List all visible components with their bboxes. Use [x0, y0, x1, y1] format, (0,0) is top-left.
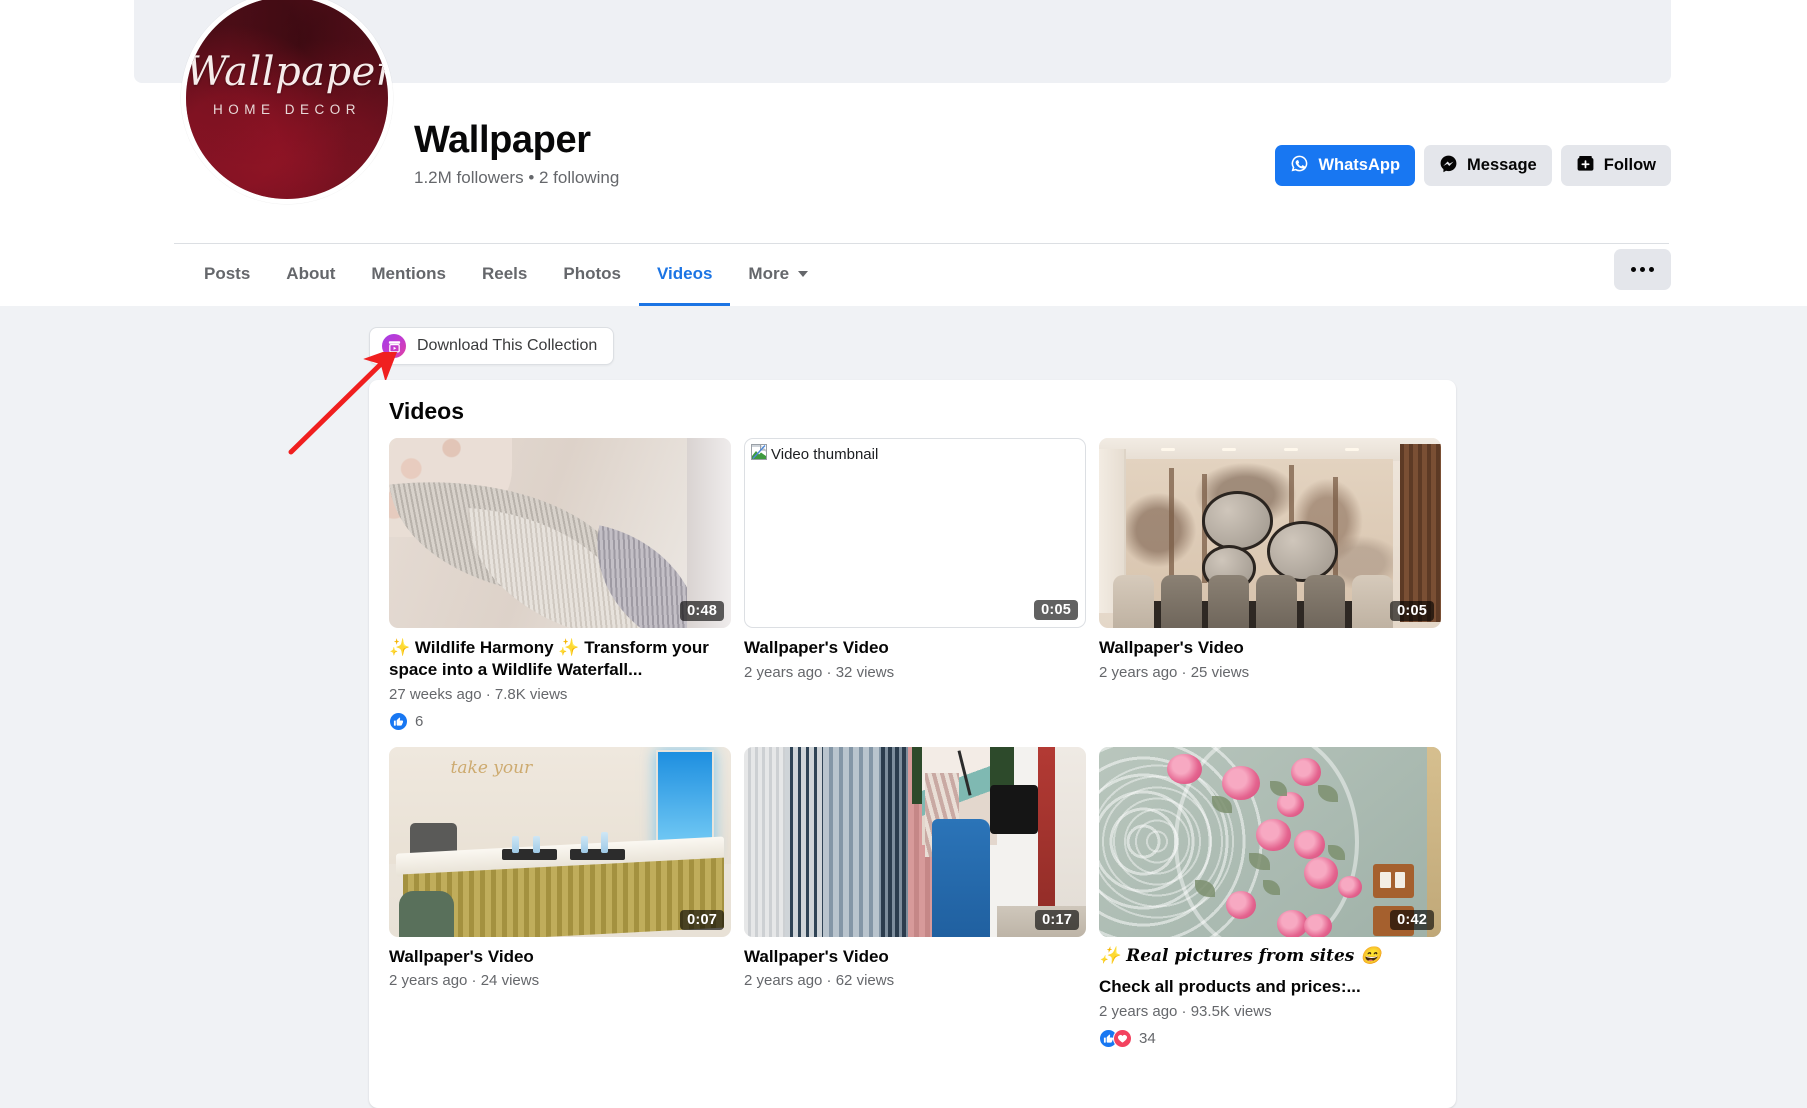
thumbnail-image: take your: [389, 746, 731, 937]
tab-videos[interactable]: Videos: [638, 244, 731, 306]
follow-label: Follow: [1603, 156, 1656, 174]
reaction-count: 34: [1139, 1030, 1156, 1047]
follow-plus-icon: [1576, 154, 1595, 178]
video-thumbnail[interactable]: 0:48: [389, 438, 731, 628]
avatar-logo-script: Wallpaper: [186, 49, 393, 95]
video-reactions[interactable]: 34: [1099, 1029, 1441, 1048]
video-thumbnail[interactable]: Video thumbnail 0:05: [744, 438, 1086, 628]
video-reactions[interactable]: 6: [389, 711, 731, 731]
page-title: Wallpaper: [414, 119, 591, 161]
video-title[interactable]: Wallpaper's Video: [389, 946, 731, 968]
video-title[interactable]: Wallpaper's Video: [1099, 637, 1441, 659]
video-title[interactable]: ✨ Real pictures from sites 😄: [1099, 946, 1441, 968]
thumbnail-image: [744, 746, 1086, 937]
tab-reels[interactable]: Reels: [464, 244, 545, 306]
video-thumbnail[interactable]: 0:05: [1099, 438, 1441, 628]
love-reaction-icon: [1113, 1029, 1132, 1048]
tab-posts-label: Posts: [204, 263, 251, 283]
video-item[interactable]: take your 0:07 Wallpaper's Video 2 years…: [389, 746, 731, 1049]
tab-mentions[interactable]: Mentions: [353, 244, 464, 306]
chevron-down-icon: [798, 270, 809, 277]
video-item[interactable]: Video thumbnail 0:05 Wallpaper's Video 2…: [744, 438, 1086, 731]
profile-header: Wallpaper HOME DECOR Wallpaper 1.2M foll…: [0, 0, 1807, 306]
tab-mentions-label: Mentions: [371, 263, 446, 283]
message-button[interactable]: Message: [1424, 145, 1552, 186]
profile-action-buttons: WhatsApp Message Follow: [1275, 145, 1671, 186]
tab-more[interactable]: More: [730, 244, 826, 306]
profile-avatar[interactable]: Wallpaper HOME DECOR: [181, 0, 393, 204]
thumbnail-image: [1099, 746, 1441, 937]
broken-image-placeholder: Video thumbnail: [751, 444, 878, 464]
video-duration: 0:07: [680, 909, 724, 930]
video-duration: 0:17: [1035, 909, 1079, 930]
video-thumbnail[interactable]: 0:42: [1099, 746, 1441, 937]
video-duration: 0:05: [1034, 600, 1078, 620]
video-title-secondary[interactable]: Check all products and prices:...: [1099, 976, 1441, 998]
ellipsis-dot: [1631, 267, 1636, 272]
videos-heading: Videos: [389, 398, 464, 424]
video-meta: 2 years ago · 32 views: [744, 663, 895, 681]
tab-posts[interactable]: Posts: [186, 244, 268, 306]
whatsapp-button[interactable]: WhatsApp: [1275, 145, 1416, 186]
video-title[interactable]: ✨ Wildlife Harmony ✨ Transform your spac…: [389, 637, 731, 681]
tab-about-label: About: [286, 263, 336, 283]
whatsapp-icon: [1290, 154, 1309, 178]
video-duration: 0:05: [1390, 601, 1434, 621]
avatar-logo-subtitle: HOME DECOR: [212, 102, 361, 117]
video-thumbnail[interactable]: 0:17: [744, 746, 1086, 937]
video-meta: 27 weeks ago · 7.8K views: [389, 685, 568, 703]
ellipsis-dot: [1640, 267, 1645, 272]
message-label: Message: [1467, 156, 1537, 174]
follow-button[interactable]: Follow: [1560, 145, 1671, 186]
videos-card: Videos 0:48 ✨ Wildlife Harmony ✨ Transfo…: [369, 380, 1456, 1108]
broken-image-alt-text: Video thumbnail: [771, 445, 879, 463]
videos-grid: 0:48 ✨ Wildlife Harmony ✨ Transform your…: [389, 438, 1441, 1048]
download-collection-label: Download This Collection: [417, 337, 598, 354]
tab-photos-label: Photos: [563, 263, 621, 283]
video-meta: 2 years ago · 93.5K views: [1099, 1003, 1272, 1020]
video-duration: 0:48: [680, 601, 724, 621]
thumbnail-image: [389, 438, 731, 628]
reaction-count: 6: [415, 712, 424, 730]
ellipsis-dot: [1649, 267, 1654, 272]
follower-stats: 1.2M followers • 2 following: [414, 168, 620, 187]
video-item[interactable]: 0:42 ✨ Real pictures from sites 😄 Check …: [1099, 746, 1441, 1048]
video-meta: 2 years ago · 24 views: [389, 972, 540, 990]
messenger-icon: [1439, 154, 1458, 178]
video-item[interactable]: 0:05 Wallpaper's Video 2 years ago · 25 …: [1099, 438, 1441, 731]
like-reaction-icon: [389, 711, 408, 731]
tab-more-label: More: [748, 263, 790, 283]
video-title[interactable]: Wallpaper's Video: [744, 637, 1086, 659]
thumbnail-image: [1099, 438, 1441, 628]
video-item[interactable]: 0:48 ✨ Wildlife Harmony ✨ Transform your…: [389, 438, 731, 731]
video-duration: 0:42: [1390, 909, 1434, 930]
tab-reels-label: Reels: [482, 263, 528, 283]
whatsapp-label: WhatsApp: [1318, 156, 1401, 174]
tab-photos[interactable]: Photos: [545, 244, 639, 306]
download-collection-icon: [382, 334, 406, 358]
video-meta: 2 years ago · 62 views: [744, 972, 895, 990]
profile-tabs: Posts About Mentions Reels Photos Videos…: [186, 244, 826, 306]
tab-about[interactable]: About: [268, 244, 353, 306]
broken-image-icon: [751, 444, 767, 464]
video-thumbnail[interactable]: take your 0:07: [389, 746, 731, 937]
video-title[interactable]: Wallpaper's Video: [744, 946, 1086, 968]
tab-videos-label: Videos: [656, 263, 713, 283]
video-meta: 2 years ago · 25 views: [1099, 663, 1250, 681]
video-item[interactable]: 0:17 Wallpaper's Video 2 years ago · 62 …: [744, 746, 1086, 1049]
download-collection-button[interactable]: Download This Collection: [369, 327, 615, 365]
more-options-button[interactable]: [1614, 249, 1671, 290]
